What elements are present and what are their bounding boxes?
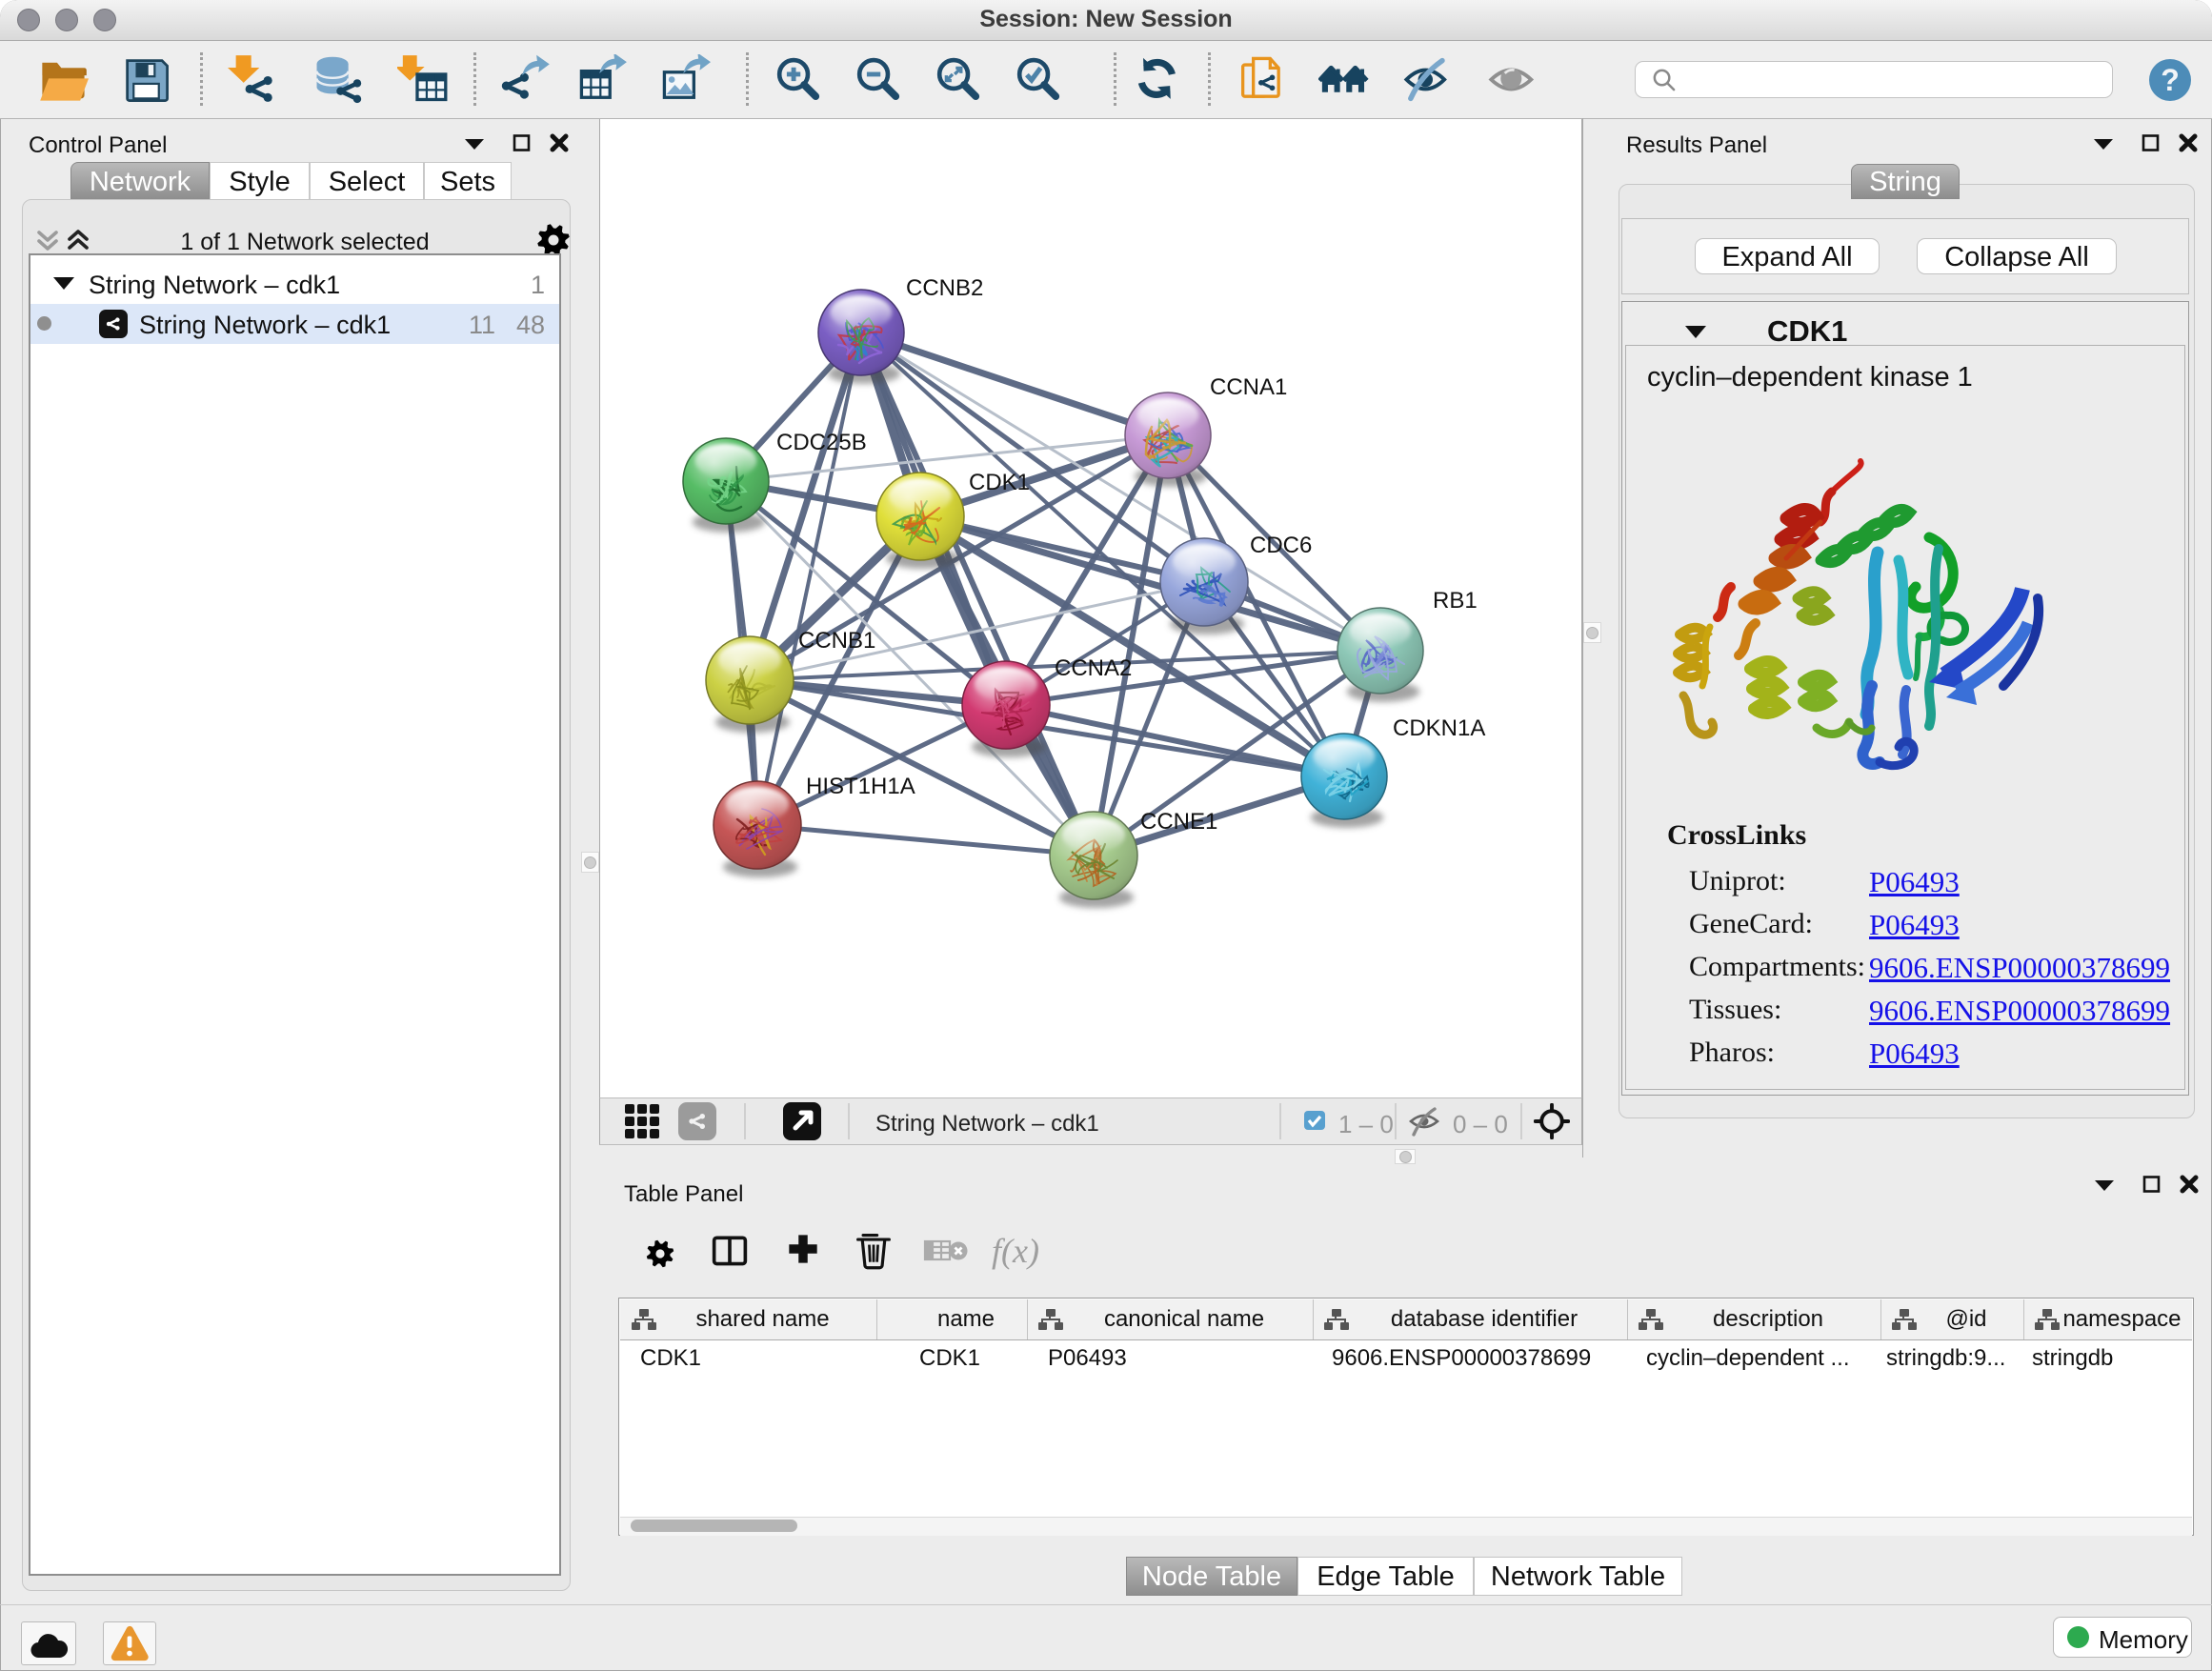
svg-text:CCNA1: CCNA1 [1210, 374, 1287, 400]
svg-text:CCNE1: CCNE1 [1140, 809, 1217, 835]
svg-text:CDC25B: CDC25B [776, 430, 867, 455]
svg-text:CDKN1A: CDKN1A [1393, 715, 1485, 741]
svg-text:HIST1H1A: HIST1H1A [806, 774, 915, 799]
svg-text:CDC6: CDC6 [1250, 533, 1312, 558]
svg-text:RB1: RB1 [1433, 588, 1478, 614]
svg-text:CCNB1: CCNB1 [798, 628, 875, 654]
svg-text:CCNA2: CCNA2 [1055, 655, 1132, 681]
svg-text:CDK1: CDK1 [969, 470, 1030, 495]
svg-text:CCNB2: CCNB2 [906, 275, 983, 301]
